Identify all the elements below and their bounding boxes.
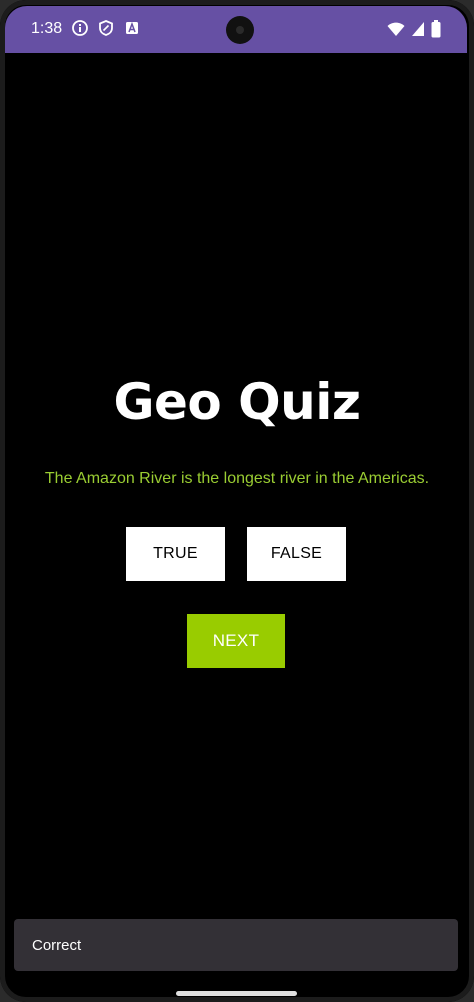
font-icon — [123, 19, 141, 37]
battery-icon — [431, 20, 441, 43]
status-time: 1:38 — [31, 20, 63, 37]
snackbar: Correct — [14, 919, 458, 971]
phone-screen: 1:38 Geo Quiz The Amazon River is the lo… — [0, 0, 474, 1002]
false-button[interactable]: FALSE — [247, 527, 346, 581]
device-bezel — [0, 0, 474, 1002]
page-title: Geo Quiz — [113, 373, 361, 431]
info-icon — [71, 19, 89, 37]
true-button[interactable]: TRUE — [126, 527, 225, 581]
next-button[interactable]: NEXT — [187, 614, 285, 668]
status-bar: 1:38 — [5, 6, 467, 53]
wifi-icon — [387, 21, 405, 42]
question-text: The Amazon River is the longest river in… — [44, 470, 430, 487]
front-camera — [226, 16, 254, 44]
navigation-handle[interactable] — [176, 991, 297, 996]
shield-icon — [97, 19, 115, 37]
snackbar-message: Correct — [32, 936, 82, 954]
signal-icon — [411, 21, 425, 42]
status-icons-left — [71, 19, 141, 37]
status-icons-right — [387, 20, 441, 43]
